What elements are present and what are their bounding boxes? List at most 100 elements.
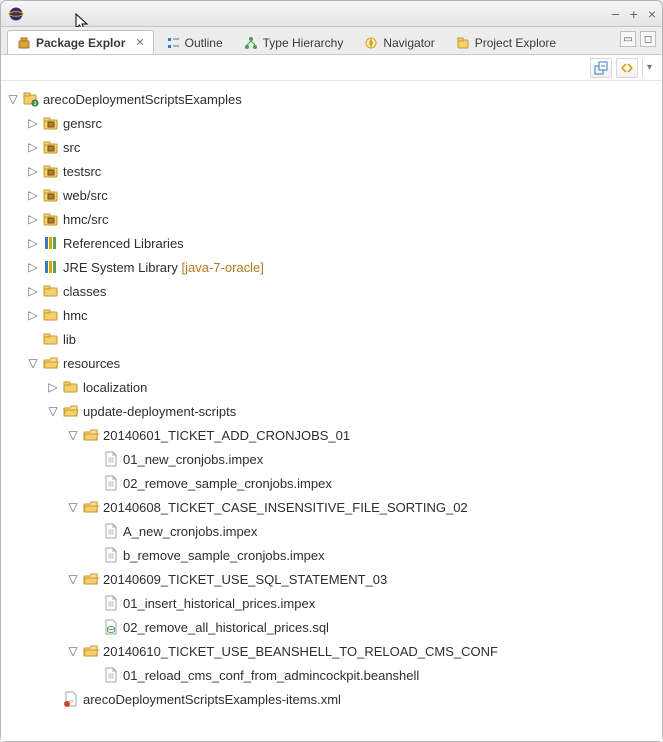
file-icon [103,475,119,491]
window-controls: − + × [611,1,656,27]
tree-label: Referenced Libraries [63,236,184,251]
tree-row[interactable]: A_new_cronjobs.impex [85,519,662,543]
tree-row[interactable]: 01_insert_historical_prices.impex [85,591,662,615]
twisty-collapsed-icon[interactable]: ▷ [27,237,39,249]
outline-icon [165,35,181,51]
tree-label: resources [63,356,120,371]
tree-row[interactable]: ▽ resources [25,351,662,375]
tab-project-explorer[interactable]: Project Explore [446,30,565,54]
twisty-expanded-icon[interactable]: ▽ [67,645,79,657]
file-xml-icon: ‹› [63,691,79,707]
tab-outline[interactable]: Outline [156,30,232,54]
tab-label: Package Explor [36,36,125,50]
tree-label: src [63,140,80,155]
tree-node: ▽ 20140610_TICKET_USE_BEANSHELL_TO_RELOAD… [65,639,662,687]
view-tab-bar: Package Explor ✕ OutlineType HierarchyNavi… [1,27,662,55]
package-explorer-view: ▽JarecoDeploymentScriptsExamples▷gensrc▷… [1,81,662,741]
library-icon [43,259,59,275]
tree-row[interactable]: ▽JarecoDeploymentScriptsExamples [5,87,662,111]
tree-scroll-area[interactable]: ▽JarecoDeploymentScriptsExamples▷gensrc▷… [1,81,662,741]
twisty-collapsed-icon[interactable]: ▷ [27,141,39,153]
tree-row[interactable]: lib [25,327,662,351]
twisty-collapsed-icon[interactable]: ▷ [27,213,39,225]
twisty-collapsed-icon[interactable]: ▷ [27,189,39,201]
tree-label: 20140610_TICKET_USE_BEANSHELL_TO_RELOAD_… [103,644,498,659]
tree-row[interactable]: b_remove_sample_cronjobs.impex [85,543,662,567]
twisty-collapsed-icon[interactable]: ▷ [27,285,39,297]
tree-label: lib [63,332,76,347]
twisty-collapsed-icon[interactable]: ▷ [27,309,39,321]
project-explorer-icon [455,35,471,51]
twisty-collapsed-icon[interactable]: ▷ [27,261,39,273]
minimize-button[interactable]: − [611,6,619,22]
tree-row[interactable]: ▽ 20140609_TICKET_USE_SQL_STATEMENT_03 [65,567,662,591]
close-button[interactable]: × [648,6,656,22]
tree-row[interactable]: ▷ src [25,135,662,159]
twisty-collapsed-icon[interactable]: ▷ [27,117,39,129]
navigator-icon [363,35,379,51]
library-icon [43,235,59,251]
file-icon [103,667,119,683]
maximize-view-button[interactable]: ◻ [640,31,656,47]
tree-row[interactable]: ▷JRE System Library [java-7-oracle] [25,255,662,279]
tree-label: 20140609_TICKET_USE_SQL_STATEMENT_03 [103,572,387,587]
tree-row[interactable]: ‹›arecoDeploymentScriptsExamples-items.x… [45,687,662,711]
tree-row[interactable]: ▷ Referenced Libraries [25,231,662,255]
maximize-button[interactable]: + [630,6,638,22]
tree-label: classes [63,284,106,299]
eclipse-window: − + × Package Explor ✕ OutlineType Hierarc… [0,0,663,742]
tree-label: 02_remove_all_historical_prices.sql [123,620,329,635]
folder-icon [63,379,79,395]
tab-type-hierarchy[interactable]: Type Hierarchy [234,30,353,54]
tree-row[interactable]: ▽ 20140610_TICKET_USE_BEANSHELL_TO_RELOAD… [65,639,662,663]
tree-node: ▷gensrc [25,111,662,135]
tree-row[interactable]: 01_reload_cms_conf_from_admincockpit.bea… [85,663,662,687]
tree-row[interactable]: ▷gensrc [25,111,662,135]
tree-row[interactable]: ▽20140608_TICKET_CASE_INSENSITIVE_FILE_S… [65,495,662,519]
twisty-expanded-icon[interactable]: ▽ [47,405,59,417]
tab-package-explorer[interactable]: Package Explor ✕ [7,30,154,54]
folder-open-icon [83,571,99,587]
tree-row[interactable]: 02_remove_all_historical_prices.sql [85,615,662,639]
tree-row[interactable]: 02_remove_sample_cronjobs.impex [85,471,662,495]
twisty-expanded-icon[interactable]: ▽ [67,573,79,585]
tree-label-suffix: [java-7-oracle] [178,260,264,275]
folder-icon [43,283,59,299]
twisty-expanded-icon[interactable]: ▽ [67,429,79,441]
tree-row[interactable]: ▷hmc/src [25,207,662,231]
file-sql-icon [103,619,119,635]
eclipse-icon [7,5,25,23]
view-menu-button[interactable]: ▾ [642,58,656,78]
twisty-collapsed-icon[interactable]: ▷ [27,165,39,177]
link-with-editor-button[interactable] [616,58,638,78]
tree-row[interactable]: ▷ classes [25,279,662,303]
tree-row[interactable]: ▷testsrc [25,159,662,183]
tree-label: 02_remove_sample_cronjobs.impex [123,476,332,491]
folder-open-icon [63,403,79,419]
tree-row[interactable]: ▷ hmc [25,303,662,327]
file-icon [103,595,119,611]
titlebar[interactable]: − + × [1,1,662,27]
tree-row[interactable]: ▷localization [45,375,662,399]
tree-node: ▷ src [25,135,662,159]
minimize-view-button[interactable]: ▭ [620,31,636,47]
twisty-expanded-icon[interactable]: ▽ [7,93,19,105]
twisty-expanded-icon[interactable]: ▽ [27,357,39,369]
close-tab-icon[interactable]: ✕ [135,36,144,49]
tree-label: hmc [63,308,88,323]
tree-label: A_new_cronjobs.impex [123,524,257,539]
tab-navigator[interactable]: Navigator [354,30,443,54]
package-folder-icon [43,163,59,179]
tree-row[interactable]: ▷web/src [25,183,662,207]
tree-row[interactable]: ▽20140601_TICKET_ADD_CRONJOBS_01 [65,423,662,447]
tree-row[interactable]: 01_new_cronjobs.impex [85,447,662,471]
tree-node: ▷hmc/src [25,207,662,231]
collapse-all-button[interactable] [590,58,612,78]
package-folder-icon [43,115,59,131]
tab-label: Project Explore [475,36,556,50]
tree-row[interactable]: ▽update-deployment-scripts [45,399,662,423]
twisty-collapsed-icon[interactable]: ▷ [47,381,59,393]
package-tree: ▽JarecoDeploymentScriptsExamples▷gensrc▷… [5,87,662,711]
tree-node: 01_new_cronjobs.impex [85,447,662,471]
twisty-expanded-icon[interactable]: ▽ [67,501,79,513]
